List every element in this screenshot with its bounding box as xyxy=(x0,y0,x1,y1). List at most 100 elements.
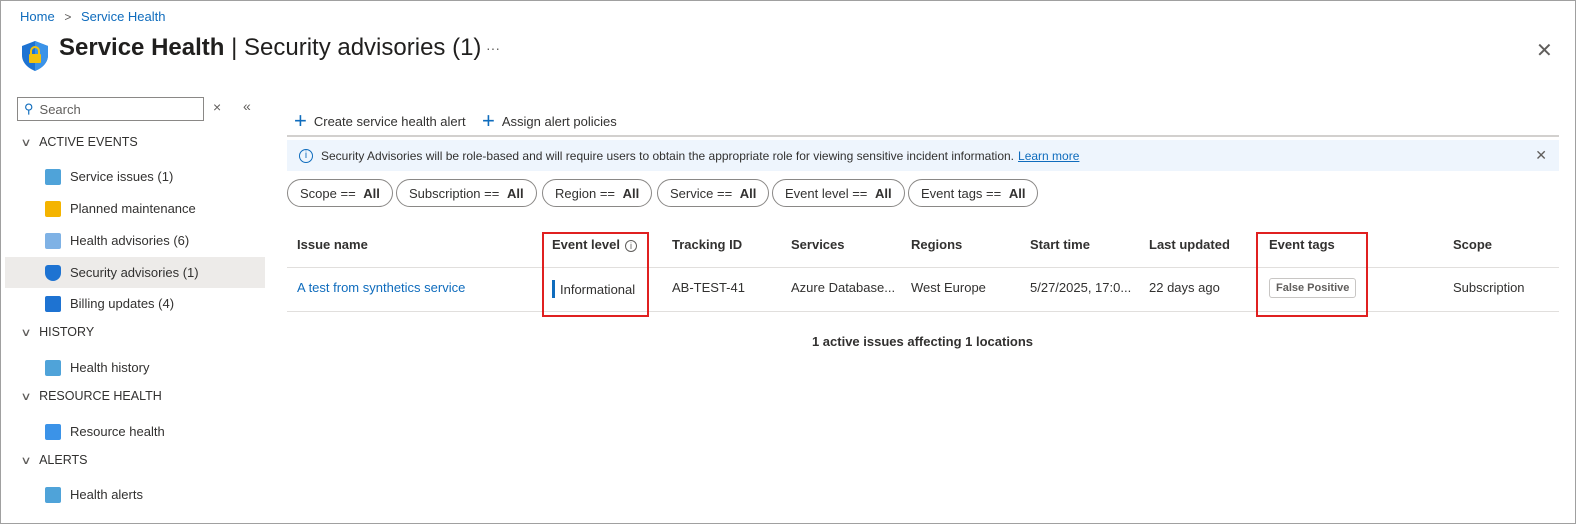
filter-name: Scope xyxy=(300,185,337,201)
filter-name: Subscription xyxy=(409,185,481,201)
info-icon: i xyxy=(299,148,313,163)
search-icon: ⚲ xyxy=(24,101,34,116)
sidebar-item[interactable]: Resource health xyxy=(5,416,265,447)
filter-pill[interactable]: Event tags == All xyxy=(908,179,1039,207)
megaphone-icon xyxy=(45,200,61,217)
sidebar-item[interactable]: Security advisories (1) xyxy=(5,257,265,288)
start-time: 5/27/2025, 17:0... xyxy=(1030,280,1132,295)
filter-value: All xyxy=(622,185,640,201)
sidebar-item-label: Health advisories (6) xyxy=(70,233,190,248)
summary-text: 1 active issues affecting 1 locations xyxy=(811,334,1034,349)
sidebar-item[interactable]: Planned maintenance xyxy=(5,193,265,224)
column-header-label: Regions xyxy=(911,237,963,252)
sidebar-item-label: Security advisories (1) xyxy=(70,265,199,280)
sidebar-section[interactable]: ∨ ACTIVE EVENTS xyxy=(20,135,138,149)
filter-pill[interactable]: Subscription == All xyxy=(396,179,537,207)
filter-pill[interactable]: Service == All xyxy=(657,179,770,207)
alert-icon xyxy=(45,486,61,503)
filter-pill[interactable]: Region == All xyxy=(542,179,653,207)
highlight-event-tags xyxy=(1256,232,1368,317)
column-header[interactable]: Regions xyxy=(911,237,962,252)
column-header-label: Start time xyxy=(1030,237,1090,252)
sidebar-item-label: Billing updates (4) xyxy=(70,296,175,311)
issue-name-link[interactable]: A test from synthetics service xyxy=(297,280,465,295)
breadcrumb-service-health[interactable]: Service Health xyxy=(81,9,166,24)
assign-policies-button[interactable]: + Assign alert policies xyxy=(482,108,617,134)
filter-value: All xyxy=(506,185,524,201)
column-header[interactable]: Tracking ID xyxy=(672,237,742,252)
section-label: RESOURCE HEALTH xyxy=(39,389,162,403)
create-alert-label: Create service health alert xyxy=(313,113,466,129)
shield-lock-icon xyxy=(22,41,48,71)
sidebar-item[interactable]: Health advisories (6) xyxy=(5,225,265,256)
filter-pill[interactable]: Scope == All xyxy=(287,179,393,207)
sidebar-item[interactable]: Service issues (1) xyxy=(5,161,265,192)
highlight-event-level xyxy=(542,232,649,317)
billing-icon xyxy=(45,295,61,312)
sidebar-item-label: Health alerts xyxy=(70,487,143,502)
column-header[interactable]: Issue name xyxy=(297,237,368,252)
filter-op: == xyxy=(848,185,872,201)
sidebar-item[interactable]: Health alerts xyxy=(5,479,265,510)
filter-value: All xyxy=(875,185,892,201)
filter-op: == xyxy=(480,185,503,201)
learn-more-link[interactable]: Learn more xyxy=(1018,149,1079,163)
search-placeholder: Search xyxy=(39,101,81,117)
last-updated: 22 days ago xyxy=(1149,280,1220,295)
history-icon xyxy=(45,359,61,376)
breadcrumb-home[interactable]: Home xyxy=(20,9,55,24)
create-alert-button[interactable]: + Create service health alert xyxy=(294,108,466,134)
collapse-sidebar-icon[interactable]: « xyxy=(243,98,251,114)
sidebar-section[interactable]: ∨ RESOURCE HEALTH xyxy=(20,389,162,403)
filter-op: == xyxy=(596,185,619,201)
filter-op: == xyxy=(982,185,1005,201)
sidebar-item[interactable]: Billing updates (4) xyxy=(5,288,265,319)
tracking-id: AB-TEST-41 xyxy=(672,280,745,295)
breadcrumb: Home > Service Health xyxy=(20,8,166,24)
filter-value: All xyxy=(363,185,380,201)
row-divider xyxy=(287,311,1559,312)
clear-search-icon[interactable]: × xyxy=(213,99,221,115)
dismiss-banner-icon[interactable]: ✕ xyxy=(1535,147,1547,164)
column-header-label: Scope xyxy=(1453,237,1493,252)
sidebar-item[interactable]: Health history xyxy=(5,352,265,383)
plus-icon: + xyxy=(482,108,495,133)
heart-pulse-icon xyxy=(45,423,61,440)
column-header-label: Last updated xyxy=(1149,237,1230,252)
filter-name: Service xyxy=(670,185,714,201)
filter-name: Event tags xyxy=(921,185,983,201)
sidebar-item-label: Resource health xyxy=(70,424,165,439)
toolbar-divider xyxy=(287,135,1559,137)
close-blade-button[interactable]: ✕ xyxy=(1536,38,1553,63)
service-issues-icon xyxy=(45,168,61,185)
column-header[interactable]: Services xyxy=(791,237,845,252)
assign-policies-label: Assign alert policies xyxy=(501,113,617,129)
scope: Subscription xyxy=(1453,280,1525,295)
title-sub: Security advisories (1) xyxy=(244,34,482,61)
filter-name: Event level xyxy=(785,185,849,201)
info-banner: i Security Advisories will be role-based… xyxy=(287,140,1559,171)
header-divider xyxy=(287,267,1559,268)
sidebar-item-label: Health history xyxy=(70,360,150,375)
search-input[interactable]: ⚲ Search xyxy=(17,97,204,121)
page-title: Service Health | Security advisories (1) xyxy=(59,34,481,62)
column-header[interactable]: Scope xyxy=(1453,237,1492,252)
filter-name: Region xyxy=(555,185,597,201)
column-header-label: Issue name xyxy=(297,237,368,252)
filter-op: == xyxy=(713,185,736,201)
column-header-label: Services xyxy=(791,237,845,252)
more-options-button[interactable]: ··· xyxy=(486,40,500,56)
filter-op: == xyxy=(336,185,360,201)
breadcrumb-separator-icon: > xyxy=(64,9,72,24)
column-header[interactable]: Last updated xyxy=(1149,237,1230,252)
section-label: ALERTS xyxy=(39,453,88,467)
filter-value: All xyxy=(1008,185,1026,201)
sidebar-section[interactable]: ∨ ALERTS xyxy=(20,453,88,467)
column-header[interactable]: Start time xyxy=(1030,237,1090,252)
section-label: ACTIVE EVENTS xyxy=(39,135,138,149)
filter-pill[interactable]: Event level == All xyxy=(772,179,905,207)
chevron-down-icon: ∨ xyxy=(20,136,32,149)
regions: West Europe xyxy=(911,280,986,295)
column-header-label: Tracking ID xyxy=(672,237,743,252)
title-separator: | xyxy=(224,34,244,61)
